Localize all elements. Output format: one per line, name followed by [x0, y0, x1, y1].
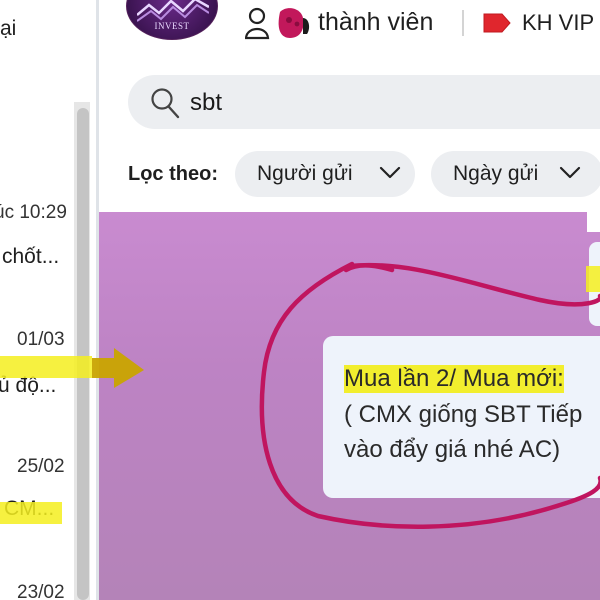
highlight-mark — [586, 266, 600, 292]
message-bubble: Mua lần 2/ Mua mới: ( CMX giống SBT Tiếp… — [323, 336, 600, 498]
chevron-down-icon — [559, 166, 581, 179]
filter-sender-label: Người gửi — [257, 162, 353, 185]
message-line: Mua lần 2/ Mua mới: — [344, 365, 564, 393]
person-outline-icon[interactable] — [245, 6, 317, 42]
chevron-down-icon — [379, 166, 401, 179]
list-item-fragment: ại — [0, 17, 17, 40]
list-item-preview: chốt... — [2, 245, 60, 268]
filter-date-label: Ngày gửi — [453, 162, 539, 185]
filter-date-dropdown[interactable]: Ngày gửi — [431, 151, 600, 197]
avatar-logo-text: INVEST — [154, 21, 190, 31]
members-count-label[interactable]: thành viên — [318, 8, 433, 37]
list-item-time: 01/03 — [17, 329, 65, 350]
app-window: ại úc 10:29 chốt... 01/03 ủ độ... 25/02 … — [0, 0, 600, 600]
search-icon — [151, 88, 180, 119]
red-tag-icon[interactable] — [482, 12, 512, 34]
shared-image-preview[interactable]: Mua lần 2/ Mua mới: ( CMX giống SBT Tiếp… — [99, 212, 600, 600]
header-separator — [462, 10, 464, 36]
message-line: ( CMX giống SBT Tiếp — [344, 401, 583, 428]
list-item-time: 23/02 — [17, 582, 65, 600]
filter-sender-dropdown[interactable]: Người gửi — [235, 151, 415, 197]
scrollbar-thumb[interactable] — [77, 108, 89, 600]
list-item-time: úc 10:29 — [0, 202, 67, 223]
search-input[interactable] — [190, 86, 570, 120]
message-line: vào đẩy giá nhé AC) — [344, 436, 561, 463]
vip-label[interactable]: KH VIP — [522, 10, 594, 36]
highlight-mark — [0, 356, 92, 378]
highlight-mark — [0, 502, 62, 524]
preview-edge — [587, 212, 600, 232]
chart-logo-icon — [137, 0, 209, 22]
list-item-time: 25/02 — [17, 456, 65, 477]
filter-label: Lọc theo: — [128, 163, 218, 185]
